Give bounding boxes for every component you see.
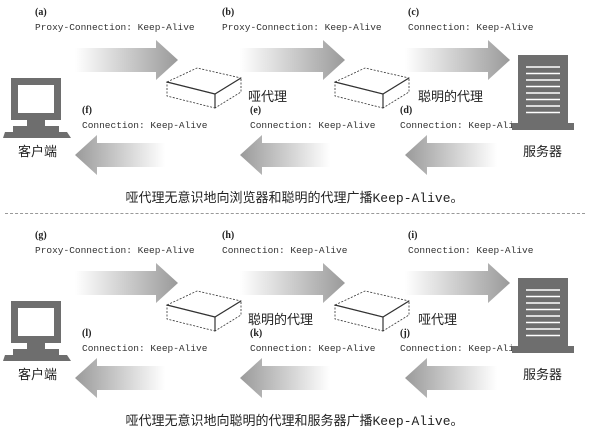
response-header: Connection: Keep-Alive	[82, 120, 208, 131]
client-computer-icon	[3, 301, 71, 361]
step-label: (k)	[250, 328, 263, 339]
right-arrow-icon	[240, 40, 345, 80]
step-label: (f)	[82, 105, 92, 116]
proxy-device-icon	[333, 67, 411, 109]
right-arrow-icon	[405, 263, 510, 303]
proxy-device-icon	[165, 67, 243, 109]
left-arrow-icon	[405, 135, 497, 175]
server-label: 服务器	[523, 368, 563, 383]
caption-keepalive: Keep-Alive	[372, 414, 451, 429]
caption: 哑代理无意识地向聪明的代理和服务器广播Keep-Alive。	[0, 410, 589, 429]
client-computer-icon	[3, 78, 71, 138]
caption: 哑代理无意识地向浏览器和聪明的代理广播Keep-Alive。	[0, 187, 589, 206]
caption-end: 。	[450, 191, 464, 206]
step-label: (c)	[408, 7, 420, 18]
proxy2-label: 哑代理	[418, 313, 458, 328]
right-arrow-icon	[75, 263, 178, 303]
server-label: 服务器	[523, 145, 563, 160]
proxy-device-icon	[333, 290, 411, 332]
response-header: Connection: Keep-Alive	[400, 120, 526, 131]
keep-alive-diagram: (a) Proxy-Connection: Keep-Alive (b) Proxy…	[0, 0, 589, 442]
left-arrow-icon	[75, 358, 165, 398]
response-header: Connection: Keep-Alive	[250, 120, 376, 131]
caption-end: 。	[450, 414, 464, 429]
right-arrow-icon	[75, 40, 178, 80]
step-label: (h)	[222, 230, 235, 241]
left-arrow-icon	[405, 358, 497, 398]
server-icon	[512, 278, 574, 353]
left-arrow-icon	[75, 135, 165, 175]
proxy-device-icon	[165, 290, 243, 332]
right-arrow-icon	[405, 40, 510, 80]
server-icon	[512, 55, 574, 130]
left-arrow-icon	[240, 135, 330, 175]
response-header: Connection: Keep-Alive	[250, 343, 376, 354]
response-header: Connection: Keep-Alive	[82, 343, 208, 354]
caption-text: 哑代理无意识地向浏览器和聪明的代理广播	[125, 191, 373, 206]
step-label: (l)	[82, 328, 92, 339]
caption-keepalive: Keep-Alive	[372, 191, 451, 206]
request-header: Connection: Keep-Alive	[408, 245, 534, 256]
request-header: Proxy-Connection: Keep-Alive	[222, 22, 382, 33]
request-header: Connection: Keep-Alive	[408, 22, 534, 33]
step-label: (g)	[35, 230, 47, 241]
step-label: (b)	[222, 7, 235, 18]
response-header: Connection: Keep-Alive	[400, 343, 526, 354]
client-label: 客户端	[18, 368, 58, 383]
panel-1: (a) Proxy-Connection: Keep-Alive (b) Proxy…	[0, 0, 589, 215]
proxy2-label: 聪明的代理	[418, 90, 484, 105]
proxy1-label: 聪明的代理	[248, 313, 314, 328]
step-label: (i)	[408, 230, 418, 241]
proxy1-label: 哑代理	[248, 90, 288, 105]
client-label: 客户端	[18, 145, 58, 160]
right-arrow-icon	[240, 263, 345, 303]
request-header: Proxy-Connection: Keep-Alive	[35, 22, 195, 33]
step-label: (a)	[35, 7, 47, 18]
request-header: Proxy-Connection: Keep-Alive	[35, 245, 195, 256]
panel-2: (g) Proxy-Connection: Keep-Alive (h) Conne…	[0, 223, 589, 438]
left-arrow-icon	[240, 358, 330, 398]
caption-text: 哑代理无意识地向聪明的代理和服务器广播	[125, 414, 373, 429]
step-label: (e)	[250, 105, 262, 116]
request-header: Connection: Keep-Alive	[222, 245, 348, 256]
